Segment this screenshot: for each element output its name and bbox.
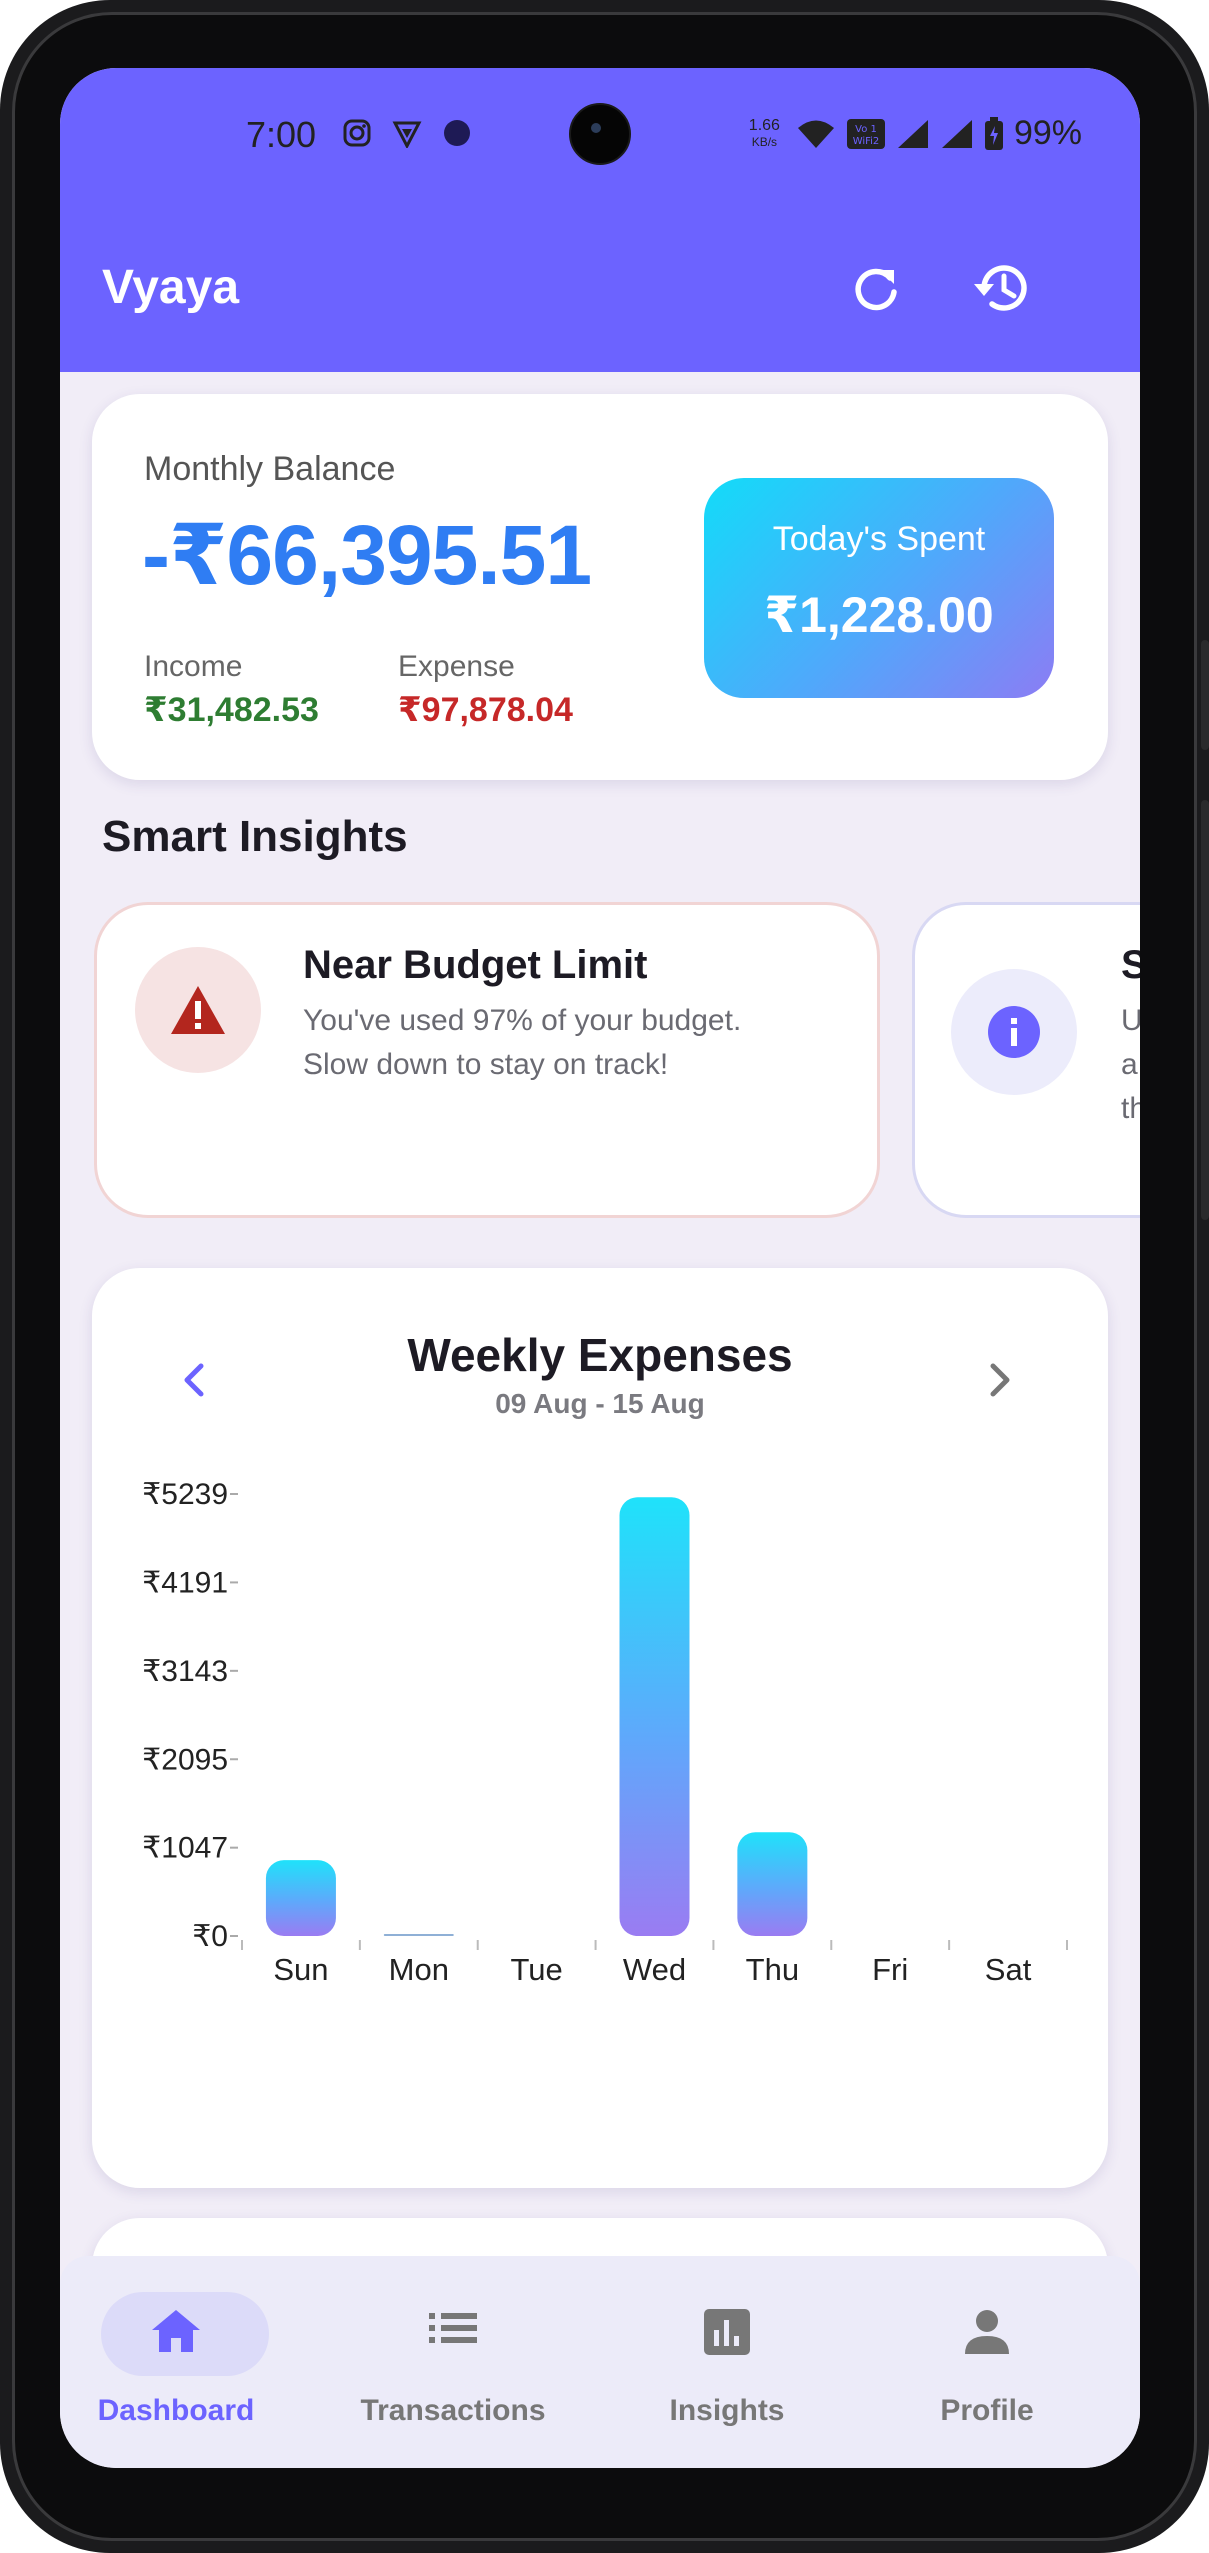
insight-text-line: U [1121,1004,1140,1037]
todays-spent-box[interactable]: Today's Spent ₹1,228.00 [704,478,1054,698]
y-tick-label: ₹4191 [142,1566,228,1599]
info-icon-badge [951,969,1077,1095]
nav-label-dashboard: Dashboard [97,2394,255,2427]
y-tick-label: ₹2095 [142,1743,228,1776]
notification-dot-icon [444,120,470,146]
insight-text-line: Slow down to stay on track! [303,1048,669,1081]
x-tick-label: Fri [872,1952,908,1987]
nav-item-profile[interactable]: Profile [872,2256,1102,2468]
net-speed-unit: KB/s [751,134,778,149]
balance-label: Monthly Balance [144,450,396,488]
vpn-shield-icon [392,121,422,148]
nav-label-transactions: Transactions [360,2394,546,2427]
svg-text:Vo 1: Vo 1 [855,124,877,135]
bar-chart-icon [704,2309,750,2355]
phone-frame: 7:00 1.66 KB/s Vo 1 WiFi2 99% Vyaya Mont… [0,0,1209,2553]
svg-text:WiFi2: WiFi2 [853,136,880,147]
x-tick-label: Mon [389,1952,449,1987]
bottom-navigation: Dashboard Transactions Insights Profile [60,2256,1140,2468]
weekly-expenses-card: Weekly Expenses 09 Aug - 15 Aug ₹0 ₹1047 ₹… [92,1268,1108,2188]
vowifi-icon: Vo 1 WiFi2 [846,118,885,149]
insight-card-budget[interactable]: Near Budget Limit You've used 97% of you… [94,902,880,1218]
battery-percent: 99% [1013,114,1082,152]
volume-button [1201,640,1209,750]
expense-value: ₹97,878.04 [398,691,573,729]
insight-text-line: a [1121,1048,1138,1081]
bar-wed [619,1497,690,1936]
home-icon [152,2310,200,2352]
income-value: ₹31,482.53 [144,691,319,729]
y-tick-label: ₹0 [192,1920,228,1953]
income-label: Income [144,650,243,683]
refresh-button[interactable] [840,252,912,324]
app-title: Vyaya [102,261,240,314]
nav-item-dashboard[interactable]: Dashboard [61,2256,291,2468]
bar-thu [737,1832,808,1936]
instagram-icon [343,119,371,147]
x-tick-label: Sun [273,1952,328,1987]
nav-label-insights: Insights [669,2394,785,2427]
history-icon [974,265,1027,311]
app-bar: Vyaya [60,208,1140,372]
net-speed: 1.66 KB/s [748,116,780,150]
todays-spent-value: ₹1,228.00 [764,587,994,643]
warning-icon [171,986,225,1034]
bar-sun [265,1860,336,1936]
insight-card-info[interactable]: S U a th [912,902,1140,1218]
x-tick-label: Wed [623,1952,686,1987]
status-time: 7:00 [246,114,317,155]
refresh-icon [855,268,897,311]
insight-title: S [1121,943,1140,987]
status-bar: 7:00 1.66 KB/s Vo 1 WiFi2 99% [60,68,1140,208]
insight-text: U a th [1121,999,1140,1131]
battery-icon [984,116,1003,150]
warning-icon-badge [135,947,261,1073]
signal-icon [897,119,928,148]
balance-card: Monthly Balance -₹66,395.51 Income ₹31,4… [92,394,1108,780]
person-icon [965,2310,1009,2354]
wifi-icon [797,120,834,148]
list-icon [429,2313,477,2343]
y-tick-label: ₹3143 [142,1655,228,1688]
todays-spent-label: Today's Spent [772,520,986,558]
front-camera [569,103,631,165]
bar-mon [383,1934,454,1936]
y-tick-label: ₹5239 [142,1478,228,1511]
x-tick-label: Sat [985,1952,1032,1987]
info-icon [988,1006,1040,1058]
x-tick-label: Tue [511,1952,563,1987]
insight-text: You've used 97% of your budget. Slow dow… [303,999,741,1087]
power-button [1201,800,1209,1220]
nav-item-transactions[interactable]: Transactions [338,2256,568,2468]
expense-label: Expense [398,650,515,683]
nav-item-insights[interactable]: Insights [612,2256,842,2468]
net-speed-value: 1.66 [748,116,780,134]
insight-text-line: th [1121,1092,1140,1125]
smart-insights-title: Smart Insights [102,812,408,861]
balance-amount: -₹66,395.51 [142,508,592,602]
insight-text-line: You've used 97% of your budget. [303,1004,742,1037]
weekly-bar-chart: ₹0 ₹1047 ₹2095 ₹3143 ₹4191 ₹5239 Sun Mon Tue Wed T… [142,1478,1068,1987]
screen: 7:00 1.66 KB/s Vo 1 WiFi2 99% Vyaya Mont… [60,68,1140,2468]
insight-title: Near Budget Limit [303,943,648,987]
signal-roaming-icon [941,119,972,148]
x-tick-label: Thu [746,1952,799,1987]
y-tick-label: ₹1047 [142,1832,228,1865]
nav-label-profile: Profile [940,2394,1034,2427]
history-button[interactable] [966,252,1038,324]
